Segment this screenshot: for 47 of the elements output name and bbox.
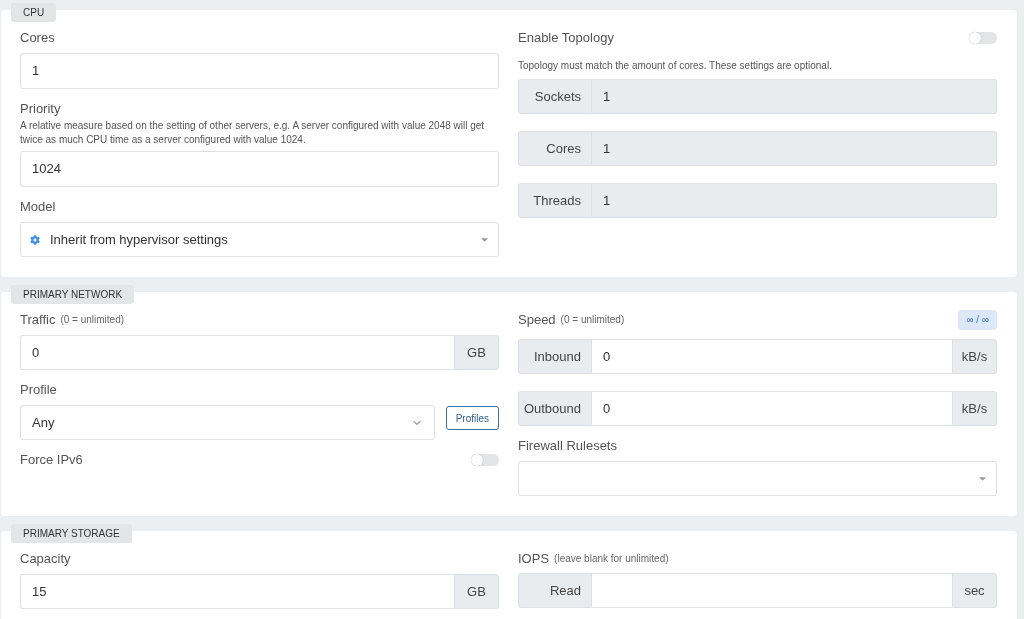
field-label: Capacity [20,550,71,568]
dropdown-field[interactable] [518,461,997,496]
section-title: PRIMARY NETWORK [11,285,135,304]
field-label: Traffic [20,311,56,329]
field-prefix: Outbound [518,391,592,426]
field-hint: (0 = unlimited) [560,313,625,327]
gear-icon [30,234,40,245]
field-label: Cores [20,29,55,47]
field-label: Force IPv6 [20,451,83,469]
section-title: PRIMARY STORAGE [11,524,132,543]
speed-limit-badge[interactable]: ∞ / ∞ [958,310,997,330]
help-text: Topology must match the amount of cores. These settings are optional. [518,59,833,73]
field-label: Profile [20,381,57,399]
unit-suffix: sec [952,573,997,608]
field-label: Model [20,198,56,216]
text-field[interactable] [592,573,952,608]
field-label: Speed [518,311,556,329]
unit-suffix: GB [454,335,499,370]
dropdown-field[interactable]: Any [20,405,435,440]
field-prefix: Read [518,573,592,608]
text-field[interactable]: 0 [592,391,952,426]
unit-suffix: kB/s [952,339,997,374]
caret-down-icon [481,237,488,242]
field-prefix: Cores [518,131,592,166]
help-text: A relative measure based on the setting of other servers, e.g. A server configured with value 2048 will get twice as much CPU time as a server configured with value 1024. [20,119,486,147]
field-label: Firewall Rulesets [518,437,617,455]
text-field[interactable]: 0 [20,335,454,370]
unit-suffix: kB/s [952,391,997,426]
profiles-button[interactable]: Profiles [445,406,499,430]
toggle-switch[interactable] [471,454,499,466]
text-field[interactable]: 1 [20,53,499,89]
field-prefix: Sockets [518,79,592,114]
text-field[interactable]: 1024 [20,151,499,187]
text-field[interactable]: 15 [20,574,454,609]
field-prefix: Inbound [518,339,592,374]
field-hint: (leave blank for unlimited) [554,552,669,566]
unit-suffix: GB [454,574,499,609]
dropdown-field[interactable]: Inherit from hypervisor settings [20,222,499,257]
caret-down-icon [979,476,986,481]
section-title: CPU [11,3,57,22]
field-label: Enable Topology [518,29,614,47]
field-prefix: Threads [518,183,592,218]
field-label: IOPS [518,550,550,568]
field-hint: (0 = unlimited) [60,313,125,327]
toggle-switch[interactable] [969,32,997,44]
field-label: Priority [20,100,61,118]
text-field[interactable]: 0 [592,339,952,374]
